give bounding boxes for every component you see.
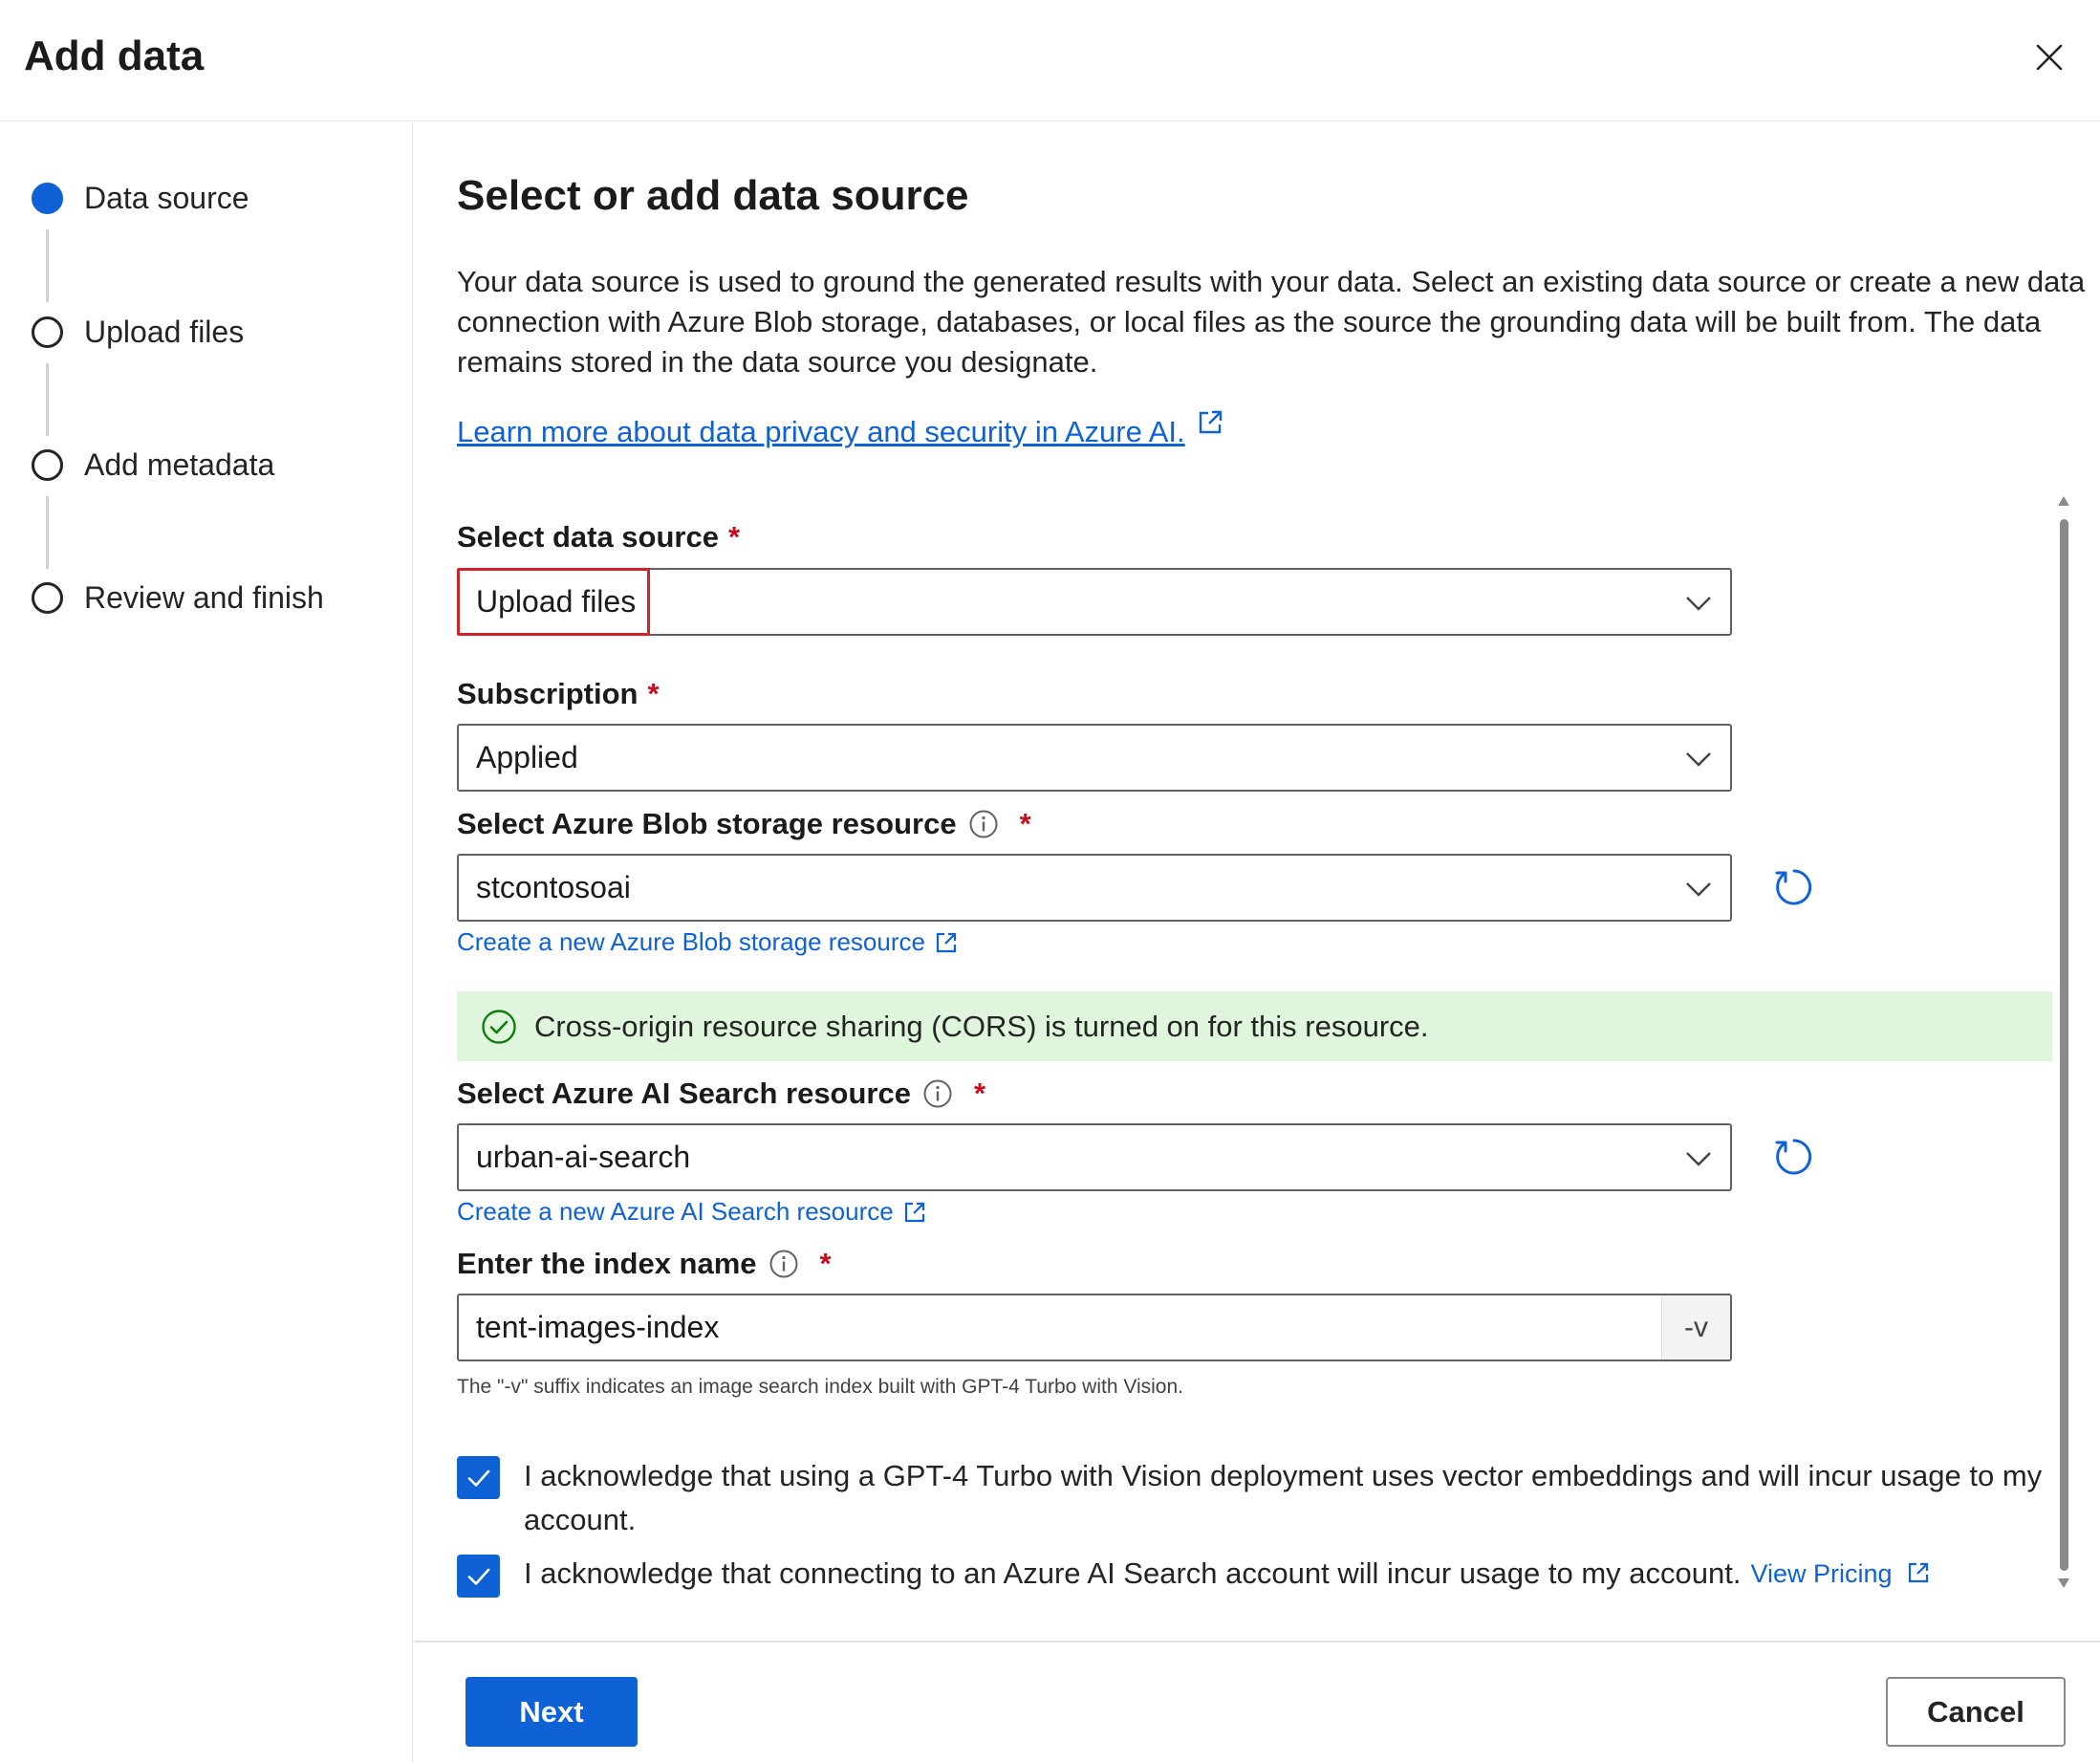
subscription-select[interactable]: Applied — [457, 724, 1732, 792]
main-panel: Select or add data source Your data sour… — [414, 122, 2100, 1762]
step-label: Upload files — [84, 314, 245, 349]
view-pricing-link[interactable]: View Pricing — [1750, 1552, 1930, 1596]
step-connector — [46, 496, 49, 569]
ai-search-value: urban-ai-search — [476, 1140, 691, 1174]
required-mark: * — [1019, 807, 1031, 840]
external-link-icon — [936, 932, 957, 952]
blob-storage-value: stcontosoai — [476, 870, 631, 904]
checkmark-icon — [467, 1469, 489, 1487]
dialog-header: Add data — [0, 0, 2100, 121]
ack-search-checkbox[interactable] — [457, 1555, 500, 1598]
step-data-source[interactable]: Data source — [32, 179, 249, 217]
close-button[interactable] — [2030, 38, 2068, 76]
step-pending-indicator — [32, 448, 63, 481]
cors-status-bar: Cross-origin resource sharing (CORS) is … — [457, 991, 2052, 1061]
ai-search-label: Select Azure AI Search resource * — [457, 1077, 986, 1110]
index-name-label: Enter the index name * — [457, 1247, 832, 1280]
step-connector — [46, 363, 49, 436]
create-blob-storage-link[interactable]: Create a new Azure Blob storage resource — [457, 927, 958, 957]
scroll-down-arrow-icon[interactable] — [2056, 1577, 2071, 1590]
cancel-button[interactable]: Cancel — [1886, 1677, 2066, 1747]
index-name-input[interactable]: tent-images-index -v — [457, 1294, 1732, 1361]
step-pending-indicator — [32, 315, 63, 348]
required-mark: * — [727, 520, 741, 554]
stepper-sidebar: Data source Upload files Add metadata Re… — [0, 122, 413, 1762]
data-source-label: Select data source * — [457, 520, 741, 554]
chevron-down-icon — [1686, 882, 1711, 897]
refresh-icon[interactable] — [1771, 1134, 1817, 1180]
external-link-icon — [904, 1202, 924, 1222]
subscription-label: Subscription * — [457, 677, 660, 710]
chevron-down-icon — [1686, 597, 1711, 611]
info-icon[interactable] — [769, 1249, 799, 1279]
footer-divider — [414, 1641, 2100, 1642]
index-name-hint: The "-v" suffix indicates an image searc… — [457, 1376, 1183, 1398]
scrollbar[interactable] — [2054, 485, 2073, 1594]
step-active-indicator — [32, 182, 63, 214]
learn-more-link[interactable]: Learn more about data privacy and securi… — [457, 410, 1223, 449]
required-mark: * — [819, 1247, 832, 1280]
info-icon[interactable] — [922, 1078, 953, 1109]
checkmark-icon — [467, 1568, 489, 1585]
blob-storage-label: Select Azure Blob storage resource * — [457, 807, 1031, 840]
required-mark: * — [973, 1077, 986, 1110]
chevron-down-icon — [1686, 752, 1711, 767]
ack-vision-text: I acknowledge that using a GPT-4 Turbo w… — [524, 1459, 2043, 1536]
chevron-down-icon — [1686, 1152, 1711, 1166]
external-link-icon — [1199, 410, 1222, 434]
required-mark: * — [647, 677, 660, 710]
create-ai-search-link[interactable]: Create a new Azure AI Search resource — [457, 1197, 926, 1227]
dialog-title: Add data — [24, 33, 205, 79]
info-icon[interactable] — [968, 809, 999, 839]
step-connector — [46, 229, 49, 302]
external-link-icon — [1908, 1562, 1929, 1583]
index-name-value: tent-images-index — [476, 1310, 720, 1344]
step-label: Data source — [84, 180, 249, 215]
success-check-icon — [482, 1009, 516, 1044]
step-label: Add metadata — [84, 446, 275, 482]
ack-search-text: I acknowledge that connecting to an Azur… — [524, 1556, 1742, 1590]
data-source-select[interactable]: Upload files — [457, 568, 1732, 636]
scroll-up-arrow-icon[interactable] — [2056, 494, 2071, 508]
step-add-metadata[interactable]: Add metadata — [32, 446, 274, 484]
blob-storage-select[interactable]: stcontosoai — [457, 854, 1732, 922]
ai-search-select[interactable]: urban-ai-search — [457, 1123, 1732, 1191]
next-button[interactable]: Next — [465, 1677, 638, 1747]
step-upload-files[interactable]: Upload files — [32, 313, 244, 351]
page-title: Select or add data source — [457, 172, 969, 219]
page-description: Your data source is used to ground the g… — [457, 265, 2086, 379]
cors-status-text: Cross-origin resource sharing (CORS) is … — [534, 1009, 1429, 1043]
step-review-finish[interactable]: Review and finish — [32, 578, 324, 617]
scrollbar-thumb[interactable] — [2060, 519, 2068, 1571]
refresh-icon[interactable] — [1771, 864, 1817, 910]
close-icon — [2036, 44, 2063, 71]
learn-more-link-text: Learn more about data privacy and securi… — [457, 415, 1185, 448]
step-pending-indicator — [32, 581, 63, 614]
step-label: Review and finish — [84, 579, 324, 615]
index-suffix: -v — [1661, 1295, 1730, 1360]
data-source-value: Upload files — [476, 584, 637, 619]
ack-search-row: I acknowledge that connecting to an Azur… — [524, 1552, 1930, 1596]
subscription-value: Applied — [476, 740, 578, 774]
ack-vision-checkbox[interactable] — [457, 1456, 500, 1499]
